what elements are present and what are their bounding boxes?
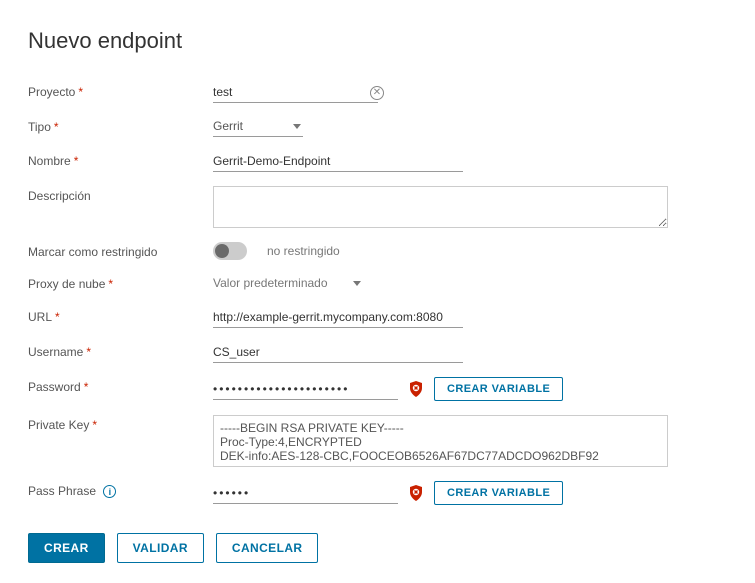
label-proxy: Proxy de nube* bbox=[28, 274, 213, 291]
crear-variable-password-button[interactable]: CREAR VARIABLE bbox=[434, 377, 563, 401]
input-passphrase[interactable] bbox=[213, 483, 398, 504]
crear-variable-passphrase-button[interactable]: CREAR VARIABLE bbox=[434, 481, 563, 505]
clear-icon[interactable]: ✕ bbox=[370, 86, 384, 100]
shield-alert-icon bbox=[408, 485, 424, 501]
chevron-down-icon bbox=[293, 124, 301, 129]
textarea-descripcion[interactable] bbox=[213, 186, 668, 228]
input-password[interactable] bbox=[213, 379, 398, 400]
validar-button[interactable]: VALIDAR bbox=[117, 533, 204, 563]
label-url: URL* bbox=[28, 307, 213, 324]
crear-button[interactable]: CREAR bbox=[28, 533, 105, 563]
chevron-down-icon bbox=[353, 281, 361, 286]
input-url[interactable] bbox=[213, 307, 463, 328]
page-title: Nuevo endpoint bbox=[28, 28, 727, 54]
textarea-private-key[interactable] bbox=[213, 415, 668, 467]
select-proxy[interactable]: Valor predeterminado bbox=[213, 274, 363, 293]
label-passphrase: Pass Phrase i bbox=[28, 481, 213, 498]
select-tipo[interactable]: Gerrit bbox=[213, 117, 303, 137]
label-nombre: Nombre* bbox=[28, 151, 213, 168]
label-private-key: Private Key* bbox=[28, 415, 213, 432]
input-username[interactable] bbox=[213, 342, 463, 363]
cancelar-button[interactable]: CANCELAR bbox=[216, 533, 319, 563]
input-nombre[interactable] bbox=[213, 151, 463, 172]
label-tipo: Tipo* bbox=[28, 117, 213, 134]
label-restringido: Marcar como restringido bbox=[28, 242, 213, 259]
shield-alert-icon bbox=[408, 381, 424, 397]
input-proyecto[interactable] bbox=[213, 82, 378, 103]
toggle-restringido-label: no restringido bbox=[267, 244, 340, 258]
label-password: Password* bbox=[28, 377, 213, 394]
toggle-restringido[interactable] bbox=[213, 242, 247, 260]
info-icon[interactable]: i bbox=[103, 485, 116, 498]
label-username: Username* bbox=[28, 342, 213, 359]
label-descripcion: Descripción bbox=[28, 186, 213, 203]
label-proyecto: Proyecto* bbox=[28, 82, 213, 99]
